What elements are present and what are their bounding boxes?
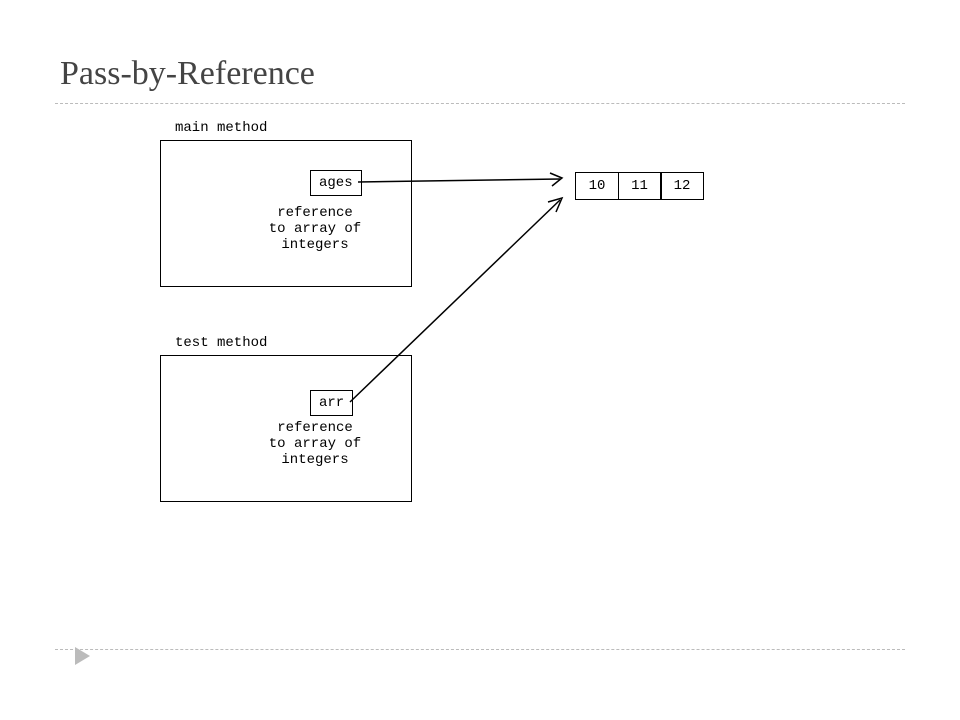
array-cell-1: 11 [618, 172, 662, 200]
arrow-test-head [548, 198, 562, 212]
test-desc-line2: to array of [240, 436, 390, 452]
array-cell-0: 10 [575, 172, 619, 200]
page-title: Pass-by-Reference [0, 0, 960, 103]
main-method-label: main method [175, 120, 267, 136]
main-desc: reference to array of integers [240, 205, 390, 253]
footer-arrow-icon [75, 647, 90, 665]
arrow-main-head [550, 173, 562, 186]
footer-divider [55, 649, 905, 650]
test-desc-line3: integers [240, 452, 390, 468]
main-desc-line2: to array of [240, 221, 390, 237]
array-box: 10 11 12 [575, 172, 704, 200]
test-var-box: arr [310, 390, 353, 416]
main-desc-line1: reference [240, 205, 390, 221]
test-desc: reference to array of integers [240, 420, 390, 468]
test-desc-line1: reference [240, 420, 390, 436]
diagram-canvas: main method ages reference to array of i… [0, 115, 960, 640]
main-desc-line3: integers [240, 237, 390, 253]
array-cell-2: 12 [660, 172, 704, 200]
arrows-layer [0, 115, 960, 640]
title-underline [55, 103, 905, 104]
test-method-label: test method [175, 335, 267, 351]
main-var-box: ages [310, 170, 362, 196]
